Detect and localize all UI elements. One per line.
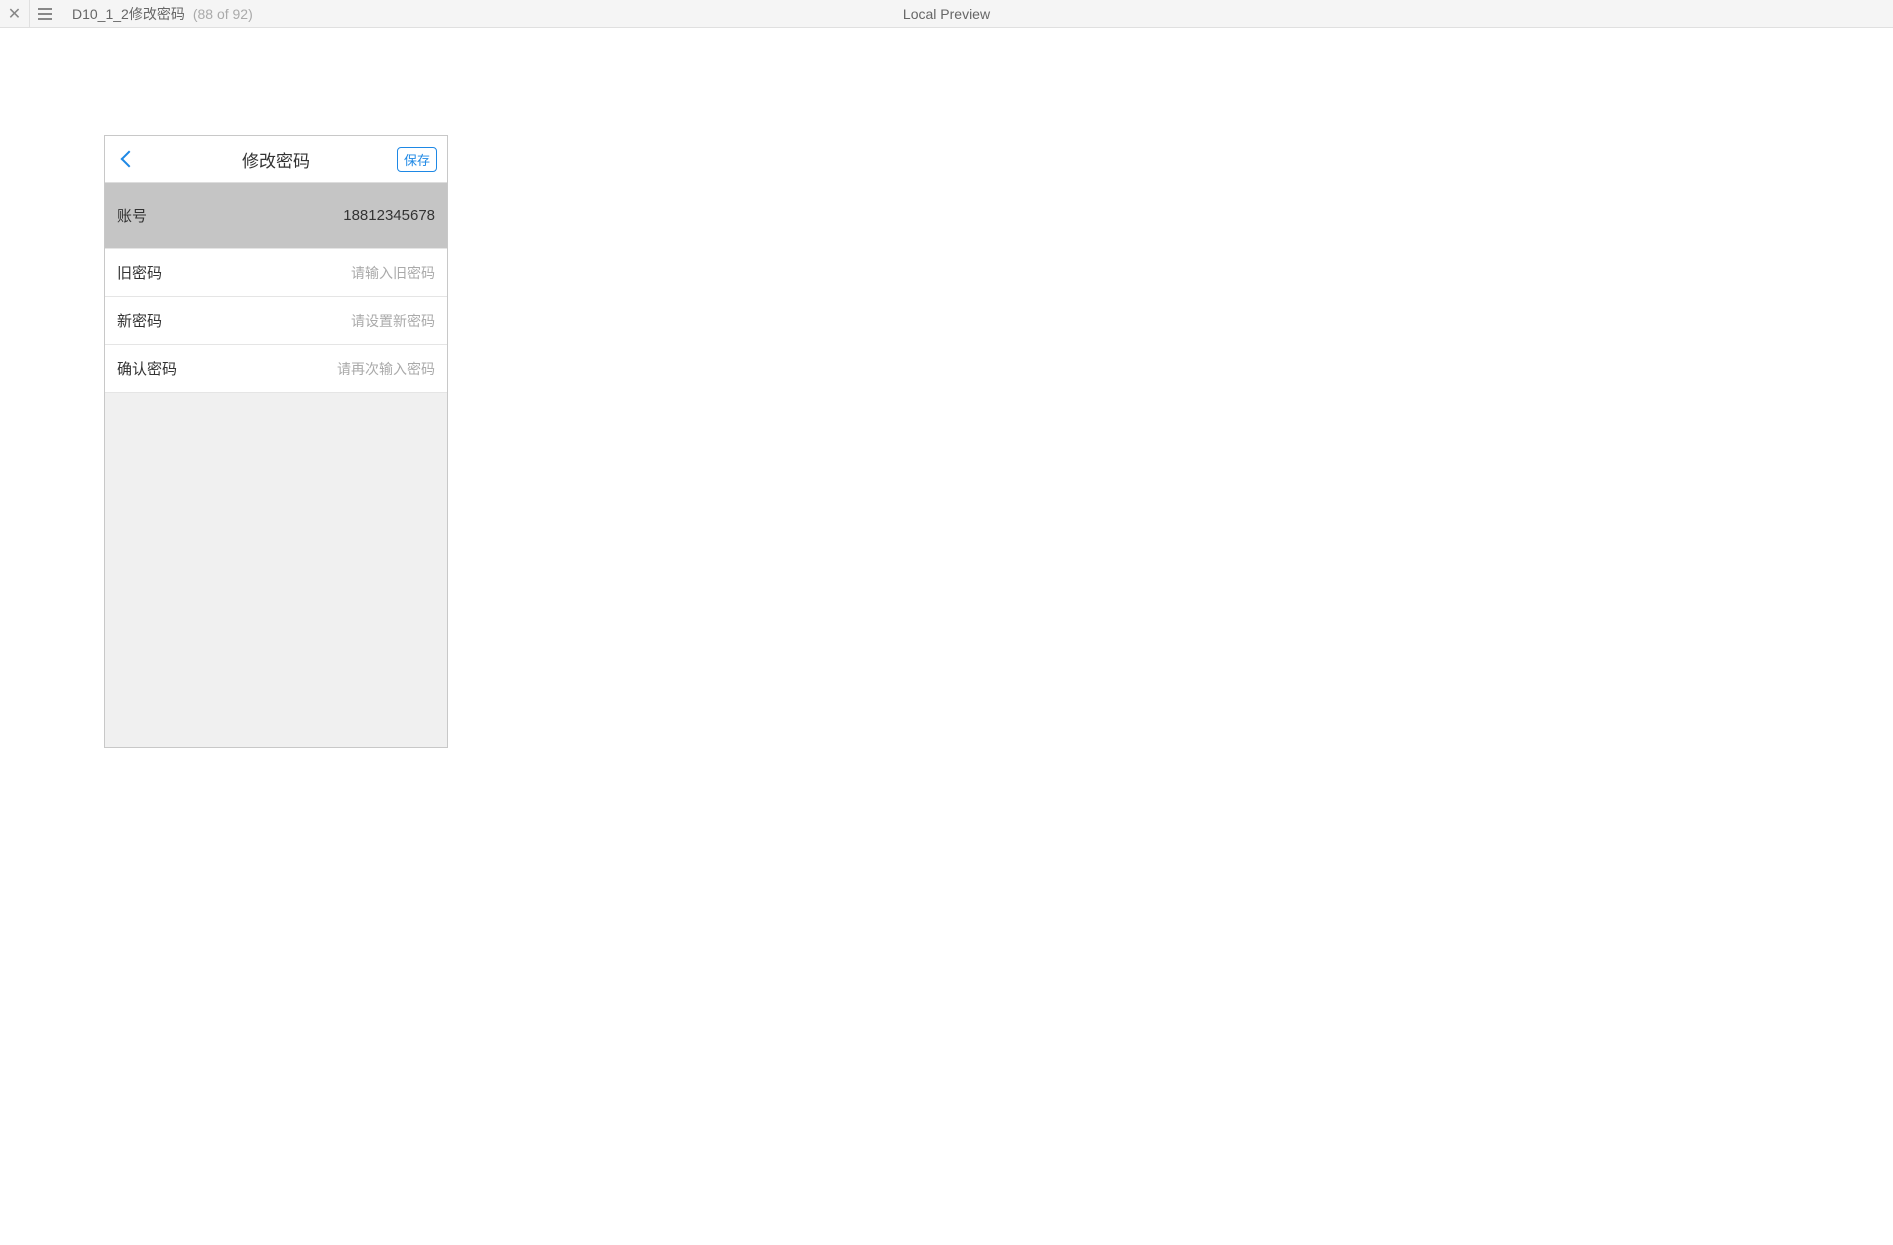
back-button[interactable] [115, 147, 139, 171]
close-icon: ✕ [8, 4, 21, 24]
new-password-row: 新密码 [105, 297, 447, 345]
old-password-input[interactable] [182, 265, 435, 281]
hamburger-icon [38, 8, 52, 20]
account-label: 账号 [117, 205, 147, 226]
confirm-password-label: 确认密码 [117, 358, 177, 379]
old-password-row: 旧密码 [105, 249, 447, 297]
chevron-left-icon [121, 151, 138, 168]
document-title: D10_1_2修改密码 [72, 4, 185, 24]
old-password-label: 旧密码 [117, 262, 162, 283]
page-title: 修改密码 [242, 147, 310, 172]
top-toolbar: ✕ D10_1_2修改密码 (88 of 92) Local Preview [0, 0, 1893, 28]
document-counter: (88 of 92) [193, 6, 253, 22]
account-value: 18812345678 [343, 207, 435, 224]
preview-mode-label: Local Preview [903, 6, 990, 22]
confirm-password-row: 确认密码 [105, 345, 447, 393]
new-password-input[interactable] [182, 313, 435, 329]
mobile-preview-frame: 修改密码 保存 账号 18812345678 旧密码 新密码 确认密码 [104, 135, 448, 748]
account-row: 账号 18812345678 [105, 183, 447, 249]
menu-button[interactable] [30, 0, 60, 27]
mobile-header: 修改密码 保存 [105, 136, 447, 183]
content-area: 修改密码 保存 账号 18812345678 旧密码 新密码 确认密码 [0, 28, 1893, 1245]
new-password-label: 新密码 [117, 310, 162, 331]
close-button[interactable]: ✕ [0, 0, 30, 27]
save-button[interactable]: 保存 [397, 147, 437, 172]
confirm-password-input[interactable] [197, 361, 435, 377]
